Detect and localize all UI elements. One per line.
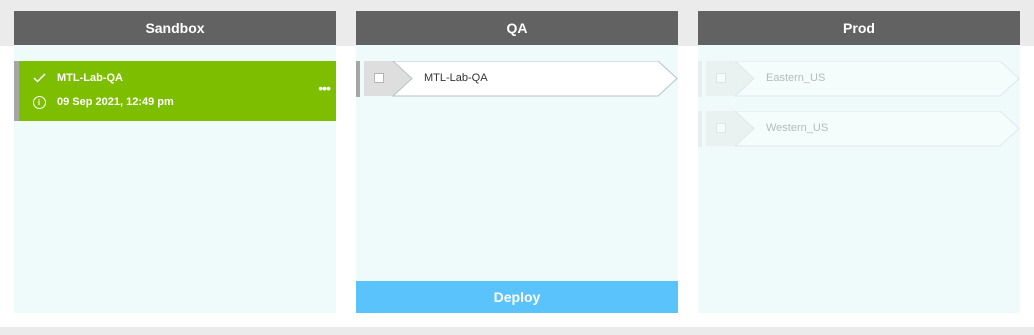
env-stripe xyxy=(356,61,360,97)
card-stripe xyxy=(14,61,19,121)
card-name-row: MTL-Lab-QA xyxy=(32,71,123,85)
check-icon xyxy=(32,71,46,85)
env-stripe xyxy=(698,111,702,147)
card-timestamp: 09 Sep 2021, 12:49 pm xyxy=(57,96,174,108)
chevron-shape xyxy=(706,111,1020,147)
env-item-western-us[interactable]: Western_US xyxy=(698,111,1020,147)
env-stripe xyxy=(698,61,702,97)
env-label: Eastern_US xyxy=(766,72,826,84)
env-checkbox[interactable] xyxy=(374,73,384,83)
column-qa: QA MTL-Lab-QA Deploy xyxy=(356,11,678,313)
env-label: MTL-Lab-QA xyxy=(424,72,488,84)
env-item-eastern-us[interactable]: Eastern_US xyxy=(698,61,1020,97)
chevron-shape xyxy=(706,61,1020,97)
deployed-package-card[interactable]: MTL-Lab-QA i 09 Sep 2021, 12:49 pm ••• xyxy=(14,61,336,121)
column-sandbox: Sandbox MTL-Lab-QA i 09 Sep 2021, 12:49 … xyxy=(14,11,336,313)
env-label: Western_US xyxy=(766,122,829,134)
bottom-band xyxy=(0,327,1034,335)
env-checkbox[interactable] xyxy=(716,123,726,133)
info-icon: i xyxy=(32,95,46,109)
chevron-shape xyxy=(364,61,678,97)
column-header-sandbox: Sandbox xyxy=(14,11,336,45)
column-prod: Prod Eastern_US Western_US xyxy=(698,11,1020,313)
deploy-button[interactable]: Deploy xyxy=(356,281,678,313)
card-package-name: MTL-Lab-QA xyxy=(57,72,123,84)
column-header-qa: QA xyxy=(356,11,678,45)
env-item-mtl-lab-qa[interactable]: MTL-Lab-QA xyxy=(356,61,678,97)
env-checkbox[interactable] xyxy=(716,73,726,83)
column-header-prod: Prod xyxy=(698,11,1020,45)
more-options-button[interactable]: ••• xyxy=(318,81,331,95)
card-timestamp-row: i 09 Sep 2021, 12:49 pm xyxy=(32,95,174,109)
